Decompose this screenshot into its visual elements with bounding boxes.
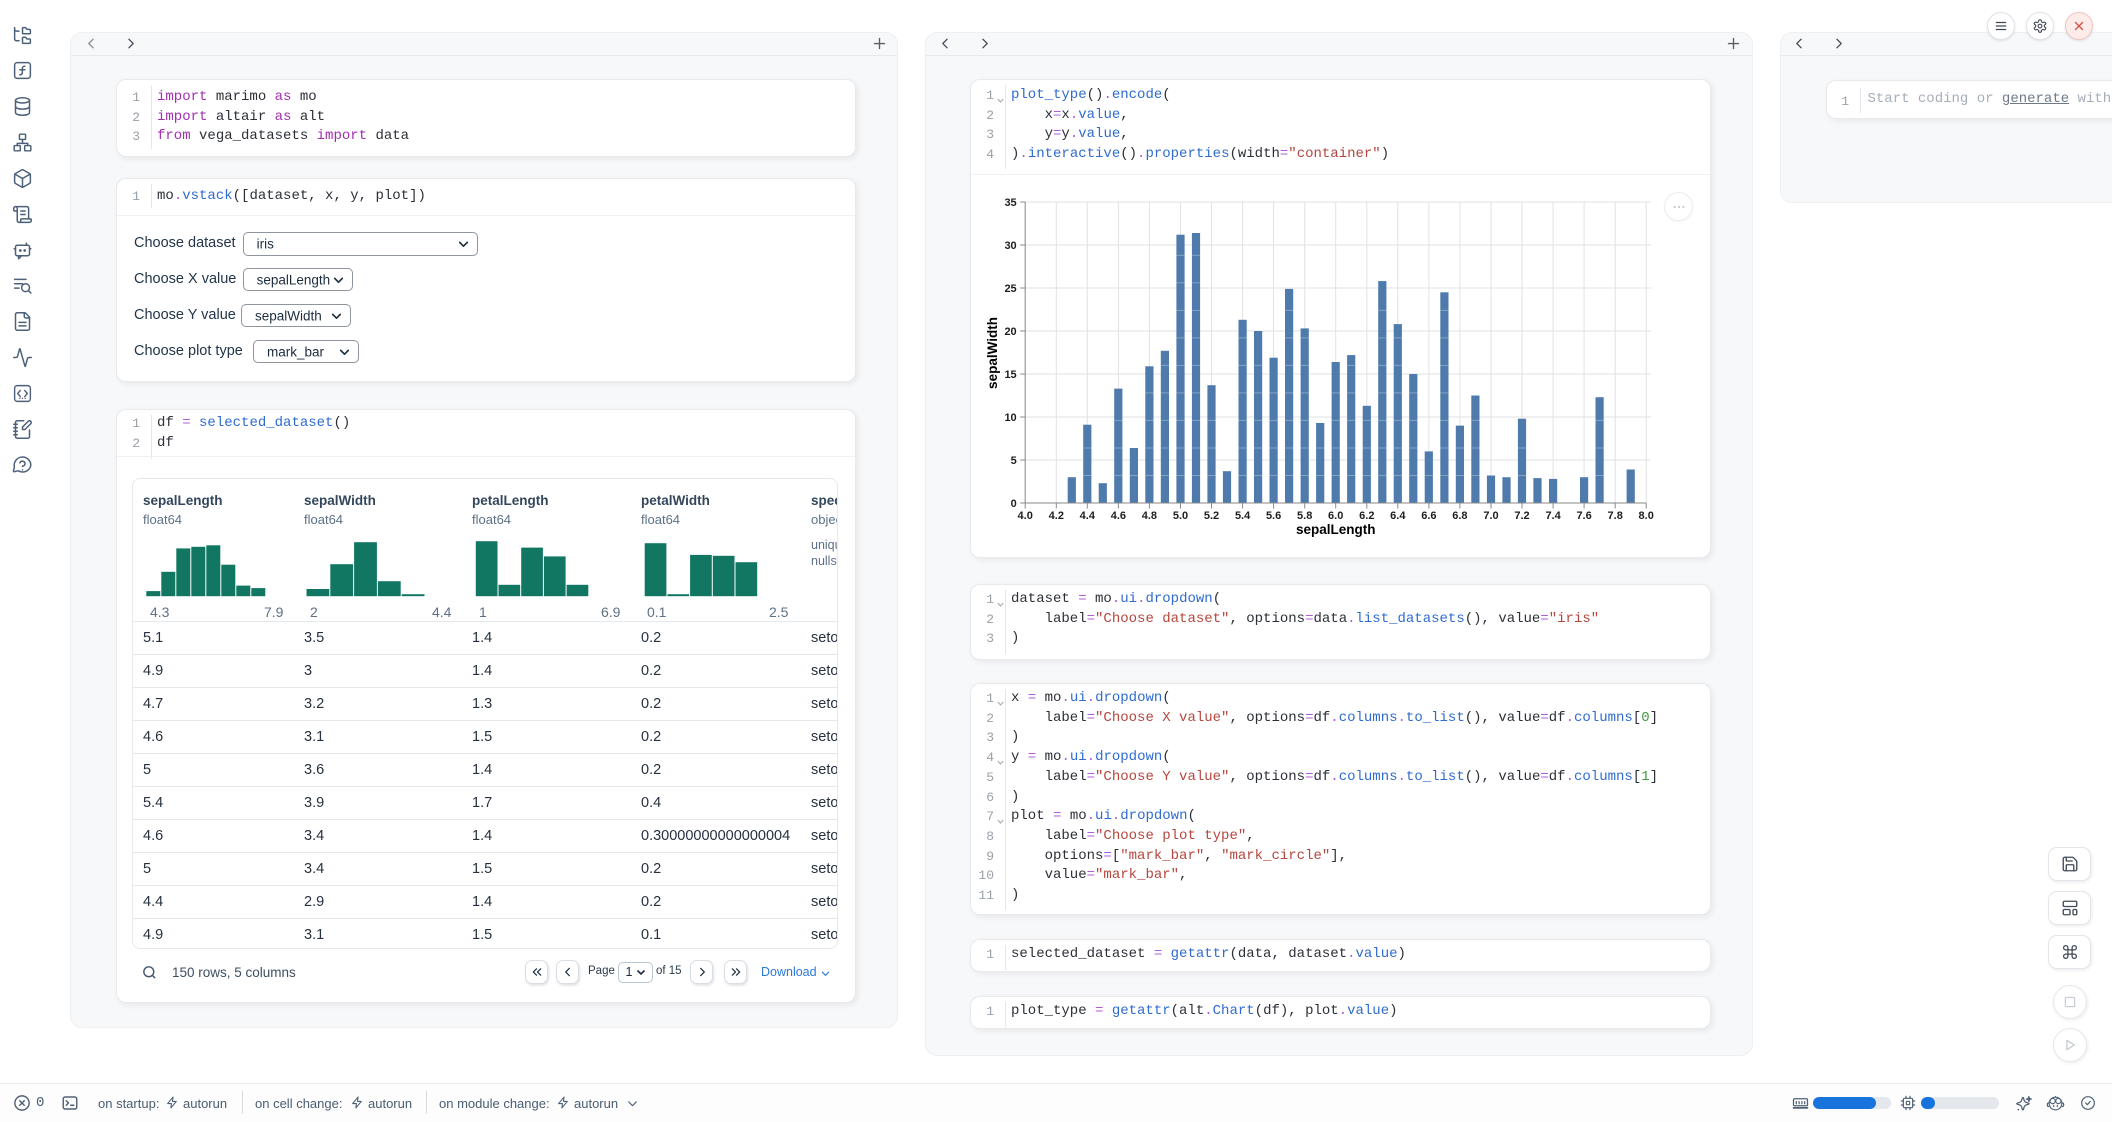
svg-text:7.4: 7.4 [1545, 510, 1561, 522]
svg-text:25: 25 [1004, 283, 1016, 295]
svg-text:10: 10 [1004, 412, 1016, 424]
svg-text:0: 0 [1011, 498, 1017, 510]
svg-text:4.8: 4.8 [1142, 510, 1157, 522]
svg-text:5: 5 [1011, 455, 1017, 467]
svg-text:7.0: 7.0 [1483, 510, 1498, 522]
svg-text:6.4: 6.4 [1390, 510, 1406, 522]
svg-text:5.2: 5.2 [1204, 510, 1219, 522]
svg-text:4.4: 4.4 [1080, 510, 1096, 522]
svg-text:7.8: 7.8 [1608, 510, 1623, 522]
svg-text:4.0: 4.0 [1018, 510, 1033, 522]
svg-text:8.0: 8.0 [1639, 510, 1654, 522]
svg-text:5.6: 5.6 [1266, 510, 1281, 522]
svg-text:5.8: 5.8 [1297, 510, 1312, 522]
svg-text:6.0: 6.0 [1328, 510, 1343, 522]
svg-text:sepalLength: sepalLength [1296, 522, 1376, 537]
svg-text:35: 35 [1004, 197, 1016, 209]
svg-text:15: 15 [1004, 369, 1016, 381]
svg-text:4.6: 4.6 [1111, 510, 1126, 522]
svg-text:7.6: 7.6 [1576, 510, 1591, 522]
svg-text:6.8: 6.8 [1452, 510, 1467, 522]
svg-text:20: 20 [1004, 326, 1016, 338]
svg-text:30: 30 [1004, 240, 1016, 252]
svg-text:6.6: 6.6 [1421, 510, 1436, 522]
svg-text:5.0: 5.0 [1173, 510, 1188, 522]
svg-text:sepalWidth: sepalWidth [985, 317, 1000, 389]
svg-text:6.2: 6.2 [1359, 510, 1374, 522]
svg-text:4.2: 4.2 [1049, 510, 1064, 522]
svg-text:7.2: 7.2 [1514, 510, 1529, 522]
svg-text:5.4: 5.4 [1235, 510, 1251, 522]
